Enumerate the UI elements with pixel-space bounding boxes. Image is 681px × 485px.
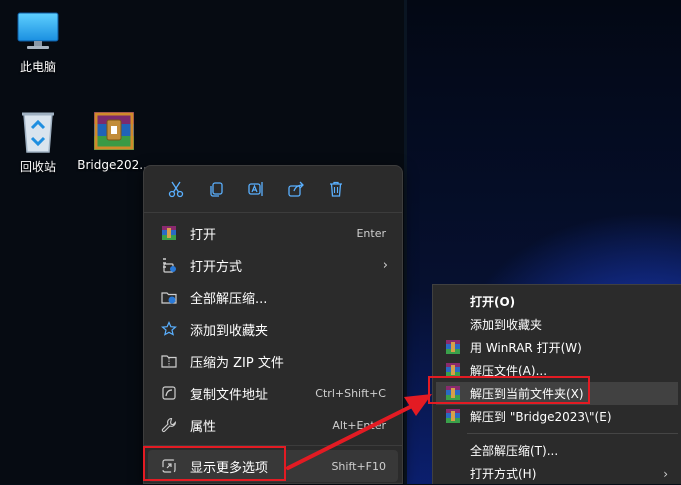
- annotation-arrow: [286, 394, 432, 470]
- arrow-head-icon: [404, 394, 432, 416]
- arrow-shaft: [286, 404, 414, 470]
